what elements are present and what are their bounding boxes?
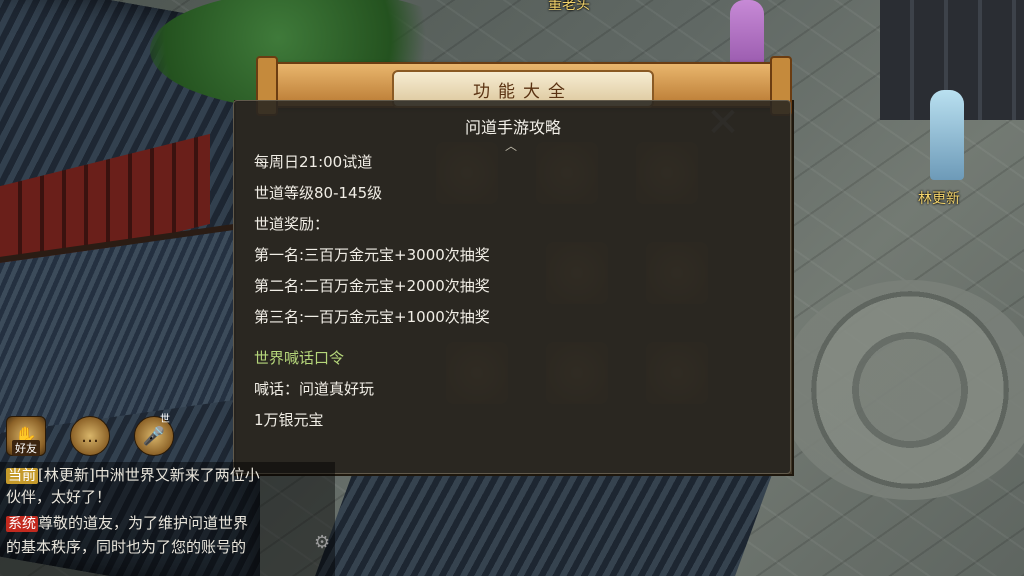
gear-icon[interactable]: ⚙ bbox=[314, 532, 330, 553]
tooltip-line: 第三名:一百万金元宝+1000次抽奖 bbox=[254, 308, 490, 326]
tooltip-line: 第一名:三百万金元宝+3000次抽奖 bbox=[254, 246, 490, 264]
chat-message: 当前 [林更新]中洲世界又新来了两位小 bbox=[6, 464, 260, 487]
stone-medallion bbox=[780, 280, 1024, 500]
voice-channel-tag: 世 bbox=[160, 414, 170, 425]
chat-panel[interactable]: 当前 [林更新]中洲世界又新来了两位小 伙伴，太好了！ 系统 尊敬的道友，为了维护问… bbox=[0, 462, 335, 576]
chat-bubble-icon: … bbox=[81, 425, 99, 447]
chat-message: 系统 尊敬的道友，为了维护问道世界 bbox=[6, 512, 248, 535]
npc-top-name: 董老头 bbox=[548, 0, 590, 13]
npc-right-name: 林更新 bbox=[918, 191, 960, 207]
chevron-up-icon: ︿ bbox=[505, 139, 518, 153]
channel-tag-system: 系统 bbox=[6, 516, 38, 532]
tooltip-line: 世道奖励： bbox=[254, 215, 330, 233]
tooltip-line: 1万银元宝 bbox=[254, 411, 324, 429]
left-lower-roof bbox=[0, 223, 240, 433]
guide-tooltip: 问道手游攻略 ︿ 每周日21:00试道 世道等级80-145级 世道奖励： 第一… bbox=[233, 100, 791, 474]
chat-text: 尊敬的道友，为了维护问道世界 bbox=[38, 514, 249, 532]
chat-message: 伙伴，太好了！ bbox=[6, 488, 112, 506]
tooltip-line: 世道等级80-145级 bbox=[254, 184, 383, 202]
tooltip-title: 问道手游攻略 bbox=[464, 118, 561, 137]
tooltip-line-highlight: 世界喊话口令 bbox=[254, 349, 345, 367]
chat-text: [林更新]中洲世界又新来了两位小 bbox=[38, 466, 260, 484]
chat-button[interactable]: … bbox=[70, 416, 110, 456]
tooltip-line: 第二名:二百万金元宝+2000次抽奖 bbox=[254, 277, 490, 295]
tooltip-line: 喊话：问道真好玩 bbox=[254, 380, 375, 398]
tooltip-line: 每周日21:00试道 bbox=[254, 153, 373, 171]
friends-label: 好友 bbox=[12, 440, 40, 456]
channel-tag-current: 当前 bbox=[6, 468, 38, 484]
chat-message: 的基本秩序，同时也为了您的账号的 bbox=[6, 538, 247, 556]
bottom-roof bbox=[306, 470, 774, 576]
npc-right-character[interactable] bbox=[930, 90, 964, 180]
microphone-icon: 🎤 bbox=[142, 425, 166, 447]
